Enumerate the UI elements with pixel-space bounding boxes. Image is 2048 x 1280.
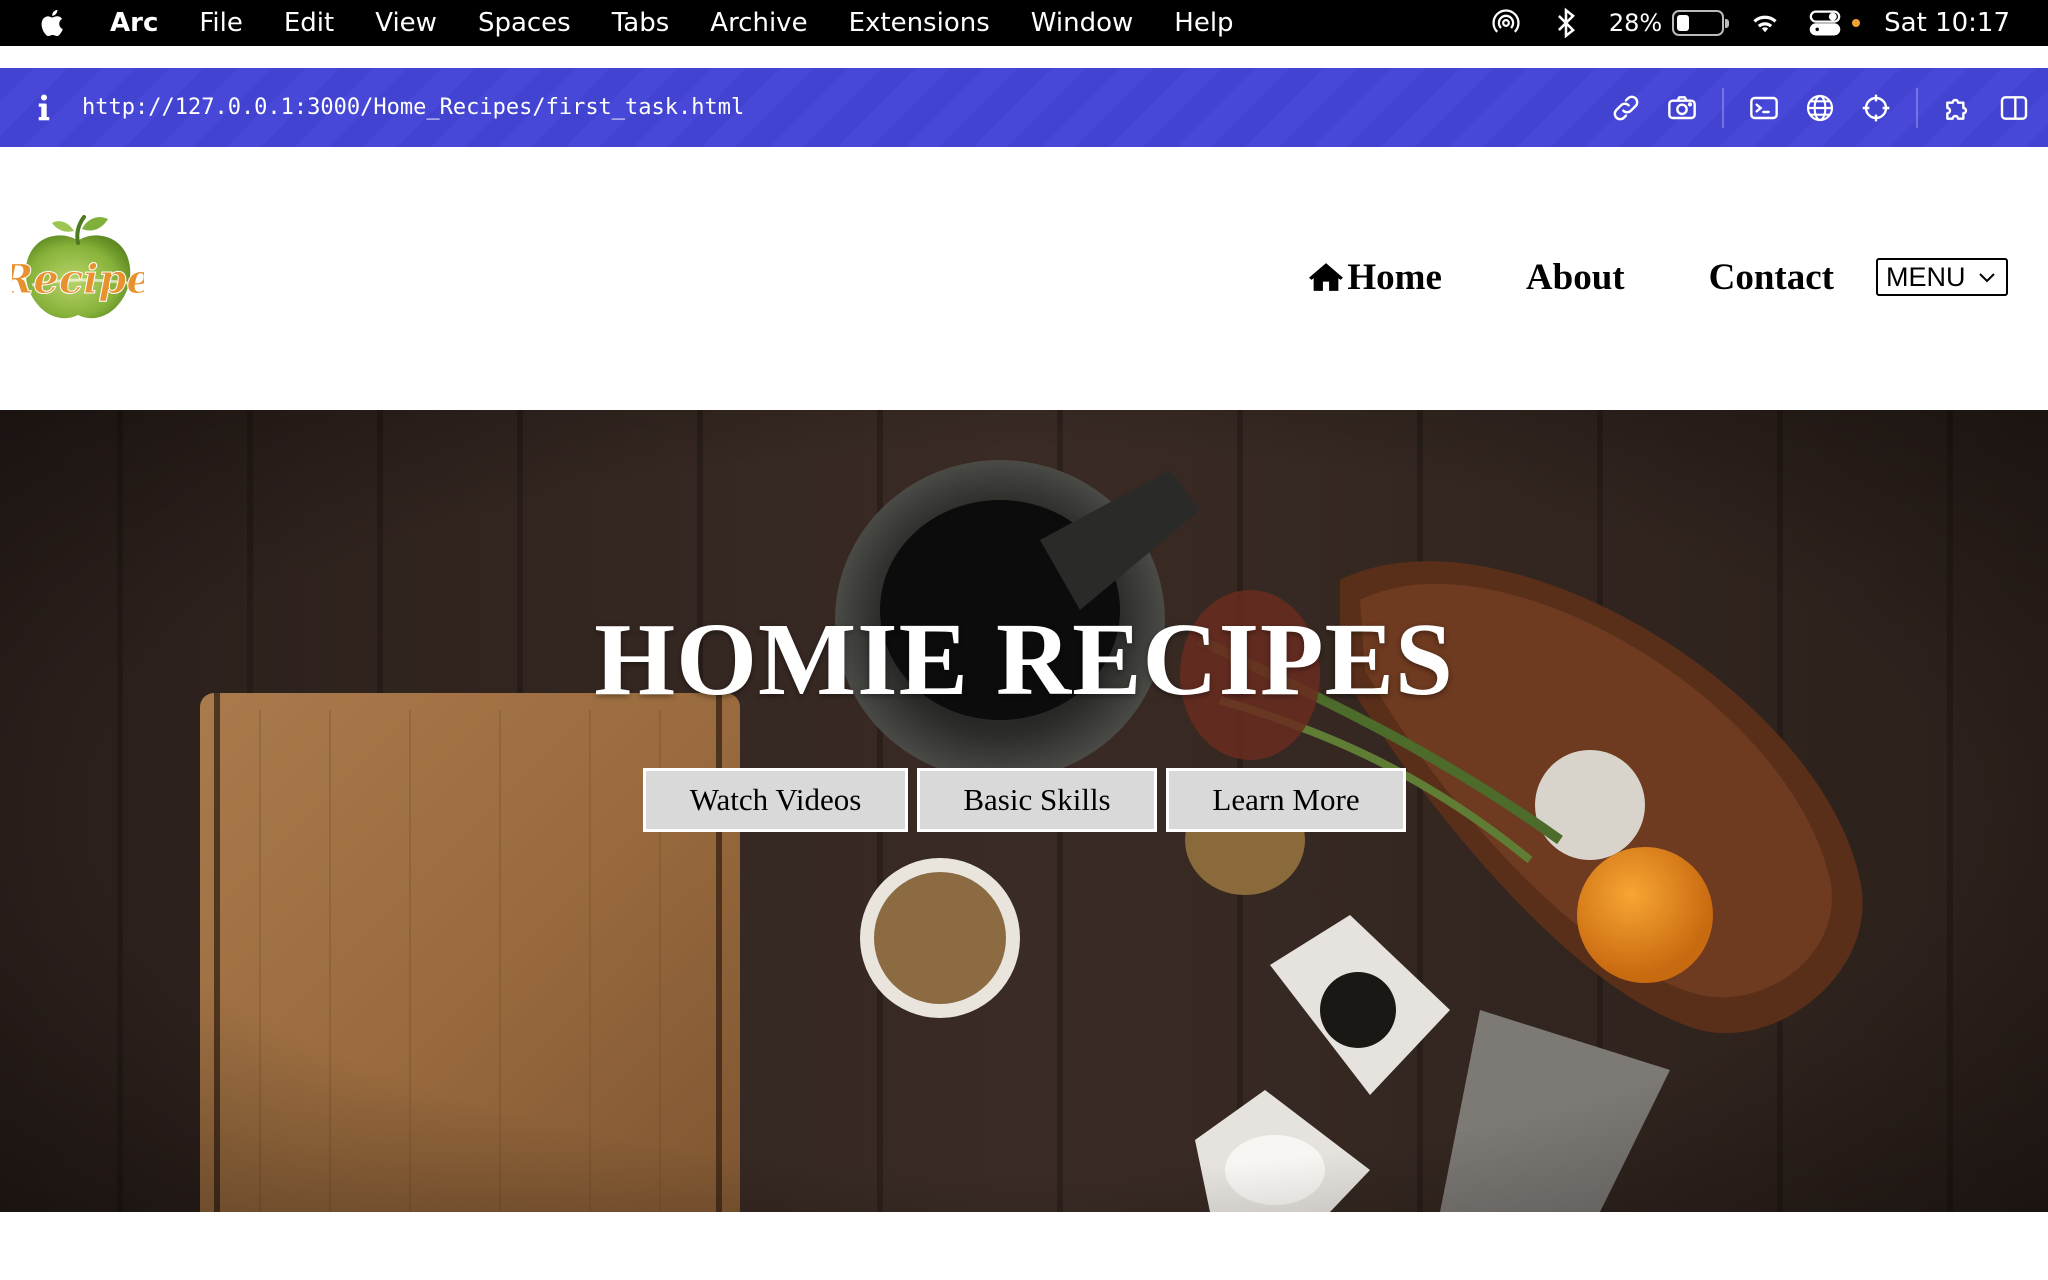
menu-tabs[interactable]: Tabs: [612, 8, 670, 38]
menu-file[interactable]: File: [199, 8, 243, 38]
battery-icon[interactable]: [1672, 10, 1730, 36]
hero-section: HOMIE RECIPES Watch Videos Basic Skills …: [0, 410, 2048, 1212]
globe-icon: [1806, 94, 1834, 121]
recipe-logo[interactable]: Recipe: [12, 207, 144, 339]
hero-title: HOMIE RECIPES: [594, 602, 1454, 717]
puzzle-icon: [1946, 98, 1968, 120]
menu-app-name[interactable]: Arc: [110, 8, 158, 38]
menu-spaces[interactable]: Spaces: [478, 8, 571, 38]
hero-buttons: Watch Videos Basic Skills Learn More: [643, 768, 1415, 832]
copy-link-button[interactable]: [1608, 90, 1644, 126]
battery-fill: [1677, 15, 1690, 31]
basic-skills-button[interactable]: Basic Skills: [917, 768, 1157, 832]
battery-percent: 28%: [1608, 9, 1663, 37]
toolbar-divider: [1722, 87, 1724, 128]
main-nav: Home About Contact MENU: [1307, 255, 2008, 299]
clock[interactable]: Sat 10:17: [1884, 8, 2010, 38]
menu-view[interactable]: View: [375, 8, 437, 38]
menu-edit[interactable]: Edit: [284, 8, 334, 38]
nav-home-link[interactable]: Home: [1307, 256, 1442, 299]
terminal-icon: [1750, 96, 1778, 119]
learn-more-button[interactable]: Learn More: [1166, 768, 1406, 832]
status-area: 28% Sat 10:17: [1489, 0, 2048, 46]
url-text[interactable]: http://127.0.0.1:3000/Home_Recipes/first…: [82, 95, 744, 120]
home-icon: [1309, 263, 1344, 291]
nav-about-link[interactable]: About: [1526, 256, 1625, 299]
developer-mode-button[interactable]: [1746, 90, 1782, 126]
nav-home-label: Home: [1347, 256, 1442, 298]
recording-indicator-dot: [1852, 19, 1861, 27]
svg-text:Recipe: Recipe: [12, 256, 144, 303]
screenshot-button[interactable]: [1664, 90, 1700, 126]
menu-dropdown-value: MENU: [1886, 261, 1966, 292]
link-icon: [1613, 95, 1639, 120]
control-center-icon[interactable]: [1808, 6, 1842, 40]
chevron-down-icon: [1979, 273, 1995, 283]
bluetooth-icon[interactable]: [1549, 6, 1583, 40]
menu-window[interactable]: Window: [1031, 8, 1134, 38]
apple-logo-icon[interactable]: [36, 6, 70, 40]
site-info-icon[interactable]: [32, 93, 56, 123]
sidebar-toggle-button[interactable]: [1996, 90, 2032, 126]
crosshair-icon: [1862, 94, 1890, 121]
url-bar: http://127.0.0.1:3000/Home_Recipes/first…: [0, 68, 2048, 147]
split-view-icon: [2000, 95, 2028, 120]
url-bar-tools: [1588, 68, 2032, 147]
extensions-button[interactable]: [1940, 90, 1976, 126]
wifi-icon[interactable]: [1748, 6, 1782, 40]
macos-menu-bar: Arc File Edit View Spaces Tabs Archive E…: [0, 0, 2048, 46]
menu-help[interactable]: Help: [1174, 8, 1233, 38]
target-button[interactable]: [1858, 90, 1894, 126]
toolbar-divider-2: [1916, 87, 1918, 128]
menu-archive[interactable]: Archive: [710, 8, 807, 38]
airdrop-icon[interactable]: [1489, 6, 1523, 40]
nav-contact-link[interactable]: Contact: [1709, 256, 1834, 299]
site-settings-button[interactable]: [1802, 90, 1838, 126]
camera-icon: [1668, 95, 1696, 119]
menu-extensions[interactable]: Extensions: [849, 8, 990, 38]
menu-dropdown[interactable]: MENU: [1876, 258, 2008, 296]
site-header: Recipe Home About Contact MENU: [0, 147, 2048, 410]
watch-videos-button[interactable]: Watch Videos: [643, 768, 908, 832]
